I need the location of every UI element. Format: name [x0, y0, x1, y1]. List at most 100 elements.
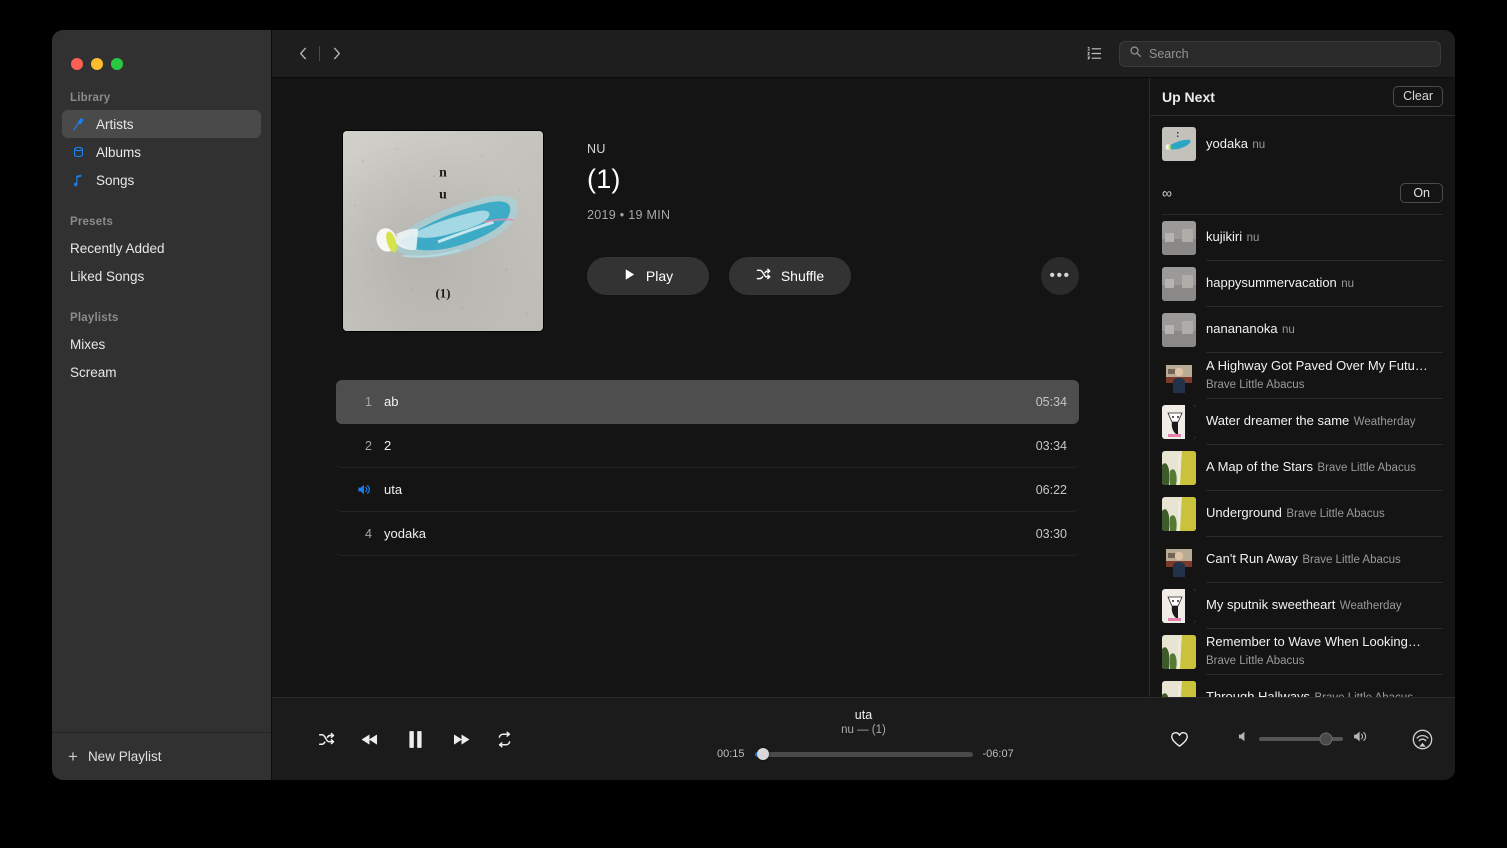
- volume-slider[interactable]: [1259, 732, 1343, 746]
- table-row[interactable]: 1 ab 05:34: [336, 380, 1079, 424]
- next-button[interactable]: [438, 719, 484, 759]
- queue-item-artist: Brave Little Abacus: [1206, 655, 1305, 667]
- list-item[interactable]: Underground Brave Little Abacus: [1150, 491, 1455, 536]
- list-item[interactable]: nanananoka nu: [1150, 307, 1455, 352]
- sidebar-item-scream[interactable]: Scream: [62, 358, 261, 386]
- album-title: (1): [587, 164, 621, 194]
- list-item[interactable]: happysummervacation nu: [1150, 261, 1455, 306]
- queue-item-title: yodaka: [1206, 135, 1248, 151]
- list-item[interactable]: Remember to Wave When Looking… Brave Lit…: [1150, 629, 1455, 674]
- sidebar-item-label: Songs: [96, 172, 135, 188]
- table-row[interactable]: 2 2 03:34: [336, 424, 1079, 468]
- shuffle-toggle-button[interactable]: [306, 719, 346, 759]
- album-cover-art[interactable]: n u (1): [342, 130, 544, 332]
- svg-text:(1): (1): [436, 286, 451, 300]
- more-options-button[interactable]: •••: [1041, 257, 1079, 295]
- track-title: 2: [384, 438, 392, 453]
- album-disc-icon: [70, 144, 86, 160]
- queue-thumbnail-dog: [1162, 588, 1196, 623]
- sidebar-item-songs[interactable]: Songs: [62, 166, 261, 194]
- clear-queue-button[interactable]: Clear: [1393, 86, 1443, 107]
- shuffle-button[interactable]: Shuffle: [729, 257, 851, 295]
- list-item[interactable]: Water dreamer the same Weatherday: [1150, 399, 1455, 444]
- queue-list[interactable]: yodaka nu ∞ On kujikiri nu happysummerva…: [1150, 116, 1455, 697]
- queue-thumbnail-leaves: [1162, 450, 1196, 485]
- music-app-window: Library Artists Albums Songs Presets Rec…: [52, 30, 1455, 780]
- autoplay-row[interactable]: ∞ On: [1150, 172, 1455, 214]
- queue-thumbnail-man: [1162, 542, 1196, 577]
- track-title: ab: [384, 394, 399, 409]
- list-item[interactable]: A Highway Got Paved Over My Futu… Brave …: [1150, 353, 1455, 398]
- queue-item-text: Can't Run Away Brave Little Abacus: [1206, 550, 1443, 569]
- list-item[interactable]: Can't Run Away Brave Little Abacus: [1150, 537, 1455, 582]
- queue-thumbnail-leaves: [1162, 680, 1196, 697]
- queue-thumbnail-nu: [1162, 312, 1196, 347]
- queue-item-title: Through Hallways: [1206, 689, 1311, 697]
- queue-thumbnail-nu: [1162, 220, 1196, 255]
- list-item[interactable]: Through Hallways Brave Little Abacus: [1150, 675, 1455, 697]
- queue-thumbnail-nu: [1162, 266, 1196, 301]
- minimize-button[interactable]: [91, 58, 103, 70]
- track-title: uta: [384, 482, 403, 497]
- sidebar-item-albums[interactable]: Albums: [62, 138, 261, 166]
- queue-thumbnail-nu: [1162, 127, 1196, 161]
- speaker-loud-icon[interactable]: [1353, 730, 1370, 748]
- list-item[interactable]: A Map of the Stars Brave Little Abacus: [1150, 445, 1455, 490]
- new-playlist-button[interactable]: + New Playlist: [52, 732, 271, 780]
- up-next-panel: Up Next Clear yodaka nu ∞ On kujikiri nu…: [1149, 78, 1455, 697]
- toolbar: Search: [272, 30, 1455, 78]
- now-playing-subtitle: nu — (1): [841, 724, 886, 736]
- queue-item-title: nanananoka: [1206, 321, 1278, 336]
- table-row[interactable]: uta 06:22: [336, 468, 1079, 512]
- track-number: 2: [365, 438, 372, 453]
- queue-item-text: My sputnik sweetheart Weatherday: [1206, 596, 1443, 615]
- album-cover-image: n u (1): [343, 131, 543, 331]
- desktop-background: Library Artists Albums Songs Presets Rec…: [0, 0, 1507, 848]
- autoplay-toggle[interactable]: On: [1400, 182, 1443, 204]
- zoom-button[interactable]: [111, 58, 123, 70]
- list-item[interactable]: My sputnik sweetheart Weatherday: [1150, 583, 1455, 628]
- sidebar-item-artists[interactable]: Artists: [62, 110, 261, 138]
- content-and-queue: n u (1) NU (1) 2019 • 19 MIN Play Shuffl…: [272, 78, 1455, 697]
- progress-knob[interactable]: [757, 748, 770, 760]
- shuffle-icon: [756, 267, 771, 285]
- track-duration: 03:30: [1035, 526, 1067, 541]
- play-button[interactable]: Play: [587, 257, 709, 295]
- queue-item-title: Can't Run Away: [1206, 551, 1298, 566]
- sidebar-item-mixes[interactable]: Mixes: [62, 330, 261, 358]
- queue-item-title: My sputnik sweetheart: [1206, 597, 1336, 612]
- airplay-icon[interactable]: [1412, 729, 1433, 750]
- sidebar-item-liked-songs[interactable]: Liked Songs: [62, 262, 261, 290]
- track-duration: 05:34: [1035, 394, 1067, 409]
- like-button[interactable]: [1156, 731, 1202, 748]
- queue-item-text: nanananoka nu: [1206, 320, 1443, 339]
- previous-button[interactable]: [346, 719, 392, 759]
- sidebar-item-recently-added[interactable]: Recently Added: [62, 234, 261, 262]
- numbered-list-icon[interactable]: [1081, 41, 1107, 67]
- table-row[interactable]: 4 yodaka 03:30: [336, 512, 1079, 556]
- svg-text:n: n: [439, 165, 447, 180]
- repeat-button[interactable]: [484, 719, 524, 759]
- progress-fill: [754, 751, 764, 757]
- queue-item-title: A Map of the Stars: [1206, 459, 1313, 474]
- back-button[interactable]: [290, 41, 316, 67]
- list-item[interactable]: yodaka nu: [1150, 116, 1455, 172]
- sidebar-item-label: Scream: [70, 364, 117, 380]
- album-artist[interactable]: NU: [587, 142, 1149, 156]
- progress-slider[interactable]: [754, 748, 973, 760]
- plus-icon: +: [68, 747, 78, 766]
- speaker-mute-icon[interactable]: [1238, 730, 1249, 748]
- sidebar-item-label: Artists: [96, 116, 134, 132]
- search-field[interactable]: Search: [1119, 40, 1441, 67]
- list-item[interactable]: kujikiri nu: [1150, 215, 1455, 260]
- forward-button[interactable]: [323, 41, 349, 67]
- album-metadata: NU (1) 2019 • 19 MIN Play Shuffle •••: [544, 130, 1149, 332]
- track-title: yodaka: [384, 526, 426, 541]
- volume-knob[interactable]: [1319, 732, 1333, 746]
- play-pause-button[interactable]: [392, 719, 438, 759]
- album-year-duration: 2019 • 19 MIN: [587, 208, 671, 222]
- up-next-header: Up Next Clear: [1150, 78, 1455, 116]
- player-controls-bar: uta nu — (1) 00:15 -06:07: [272, 697, 1455, 780]
- sidebar-nav: Library Artists Albums Songs Presets Rec…: [52, 76, 271, 732]
- close-button[interactable]: [71, 58, 83, 70]
